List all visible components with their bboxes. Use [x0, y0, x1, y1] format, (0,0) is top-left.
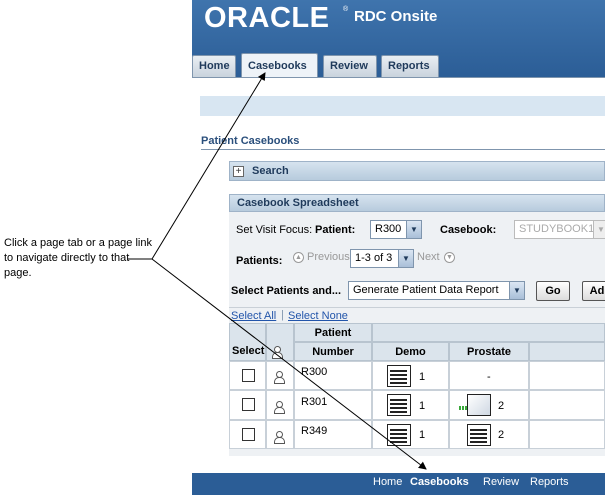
table-row: [229, 420, 266, 449]
patient-number-link[interactable]: R301: [301, 396, 327, 408]
next-icon: ▼: [444, 252, 455, 263]
sub-navigation-bar: [200, 96, 605, 116]
patient-range-select[interactable]: 1-3 of 3 ▼: [350, 249, 414, 268]
form-entered-icon[interactable]: [387, 365, 411, 387]
patient-number-cell: R300: [294, 361, 372, 390]
select-all-link[interactable]: Select All: [231, 310, 276, 322]
patient-label: Patient:: [315, 224, 356, 236]
tab-bar-underline: [192, 77, 605, 96]
patient-action-value: Generate Patient Data Report: [353, 284, 499, 296]
prostate-cell: -: [449, 361, 529, 390]
title-divider: [201, 149, 605, 150]
patient-number-cell: R301: [294, 390, 372, 420]
visit-focus-label: Set Visit Focus:: [236, 224, 313, 236]
link-separator: |: [281, 309, 284, 321]
person-icon[interactable]: [274, 401, 285, 414]
search-section-header[interactable]: + Search: [229, 161, 605, 181]
previous-link[interactable]: Previous: [307, 251, 350, 263]
person-icon: [272, 346, 283, 359]
empty-column-header: [529, 342, 605, 361]
patient-icon-cell: [266, 361, 294, 390]
demo-cell: 1: [372, 390, 449, 420]
previous-icon: ▲: [293, 252, 304, 263]
patient-icon-cell: [266, 420, 294, 449]
patient-icon-cell: [266, 390, 294, 420]
spreadsheet-title: Casebook Spreadsheet: [237, 197, 359, 209]
chevron-down-icon: ▼: [406, 221, 421, 238]
patient-number-link[interactable]: R300: [301, 366, 327, 378]
oracle-logo: ORACLE: [204, 2, 330, 34]
footer-link-home[interactable]: Home: [373, 476, 402, 488]
patient-select-value: R300: [375, 223, 402, 235]
registered-mark: ®: [343, 6, 349, 13]
patient-column-header-top: Patient: [294, 323, 372, 342]
demo-count: 1: [419, 429, 426, 441]
patient-number-cell: R349: [294, 420, 372, 449]
demo-cell: 1: [372, 361, 449, 390]
chevron-down-icon: ▼: [509, 282, 524, 299]
casebook-label: Casebook:: [440, 224, 497, 236]
tab-reports[interactable]: Reports: [381, 55, 439, 77]
select-column-header: Select: [229, 323, 266, 361]
row-select-checkbox[interactable]: [242, 428, 255, 441]
app-name: RDC Onsite: [354, 8, 438, 25]
chevron-down-icon: ▼: [398, 250, 413, 267]
next-link[interactable]: Next: [417, 251, 440, 263]
prostate-cell: 2: [449, 390, 529, 420]
forms-column-group-header: [372, 323, 605, 342]
footer-link-review[interactable]: Review: [483, 476, 519, 488]
demo-column-header: Demo: [372, 342, 449, 361]
row-select-checkbox[interactable]: [242, 398, 255, 411]
patient-select[interactable]: R300 ▼: [370, 220, 422, 239]
demo-count: 1: [419, 400, 426, 412]
patient-range-value: 1-3 of 3: [355, 252, 393, 264]
person-icon[interactable]: [274, 431, 285, 444]
go-button[interactable]: Go: [536, 281, 570, 301]
prostate-cell: 2: [449, 420, 529, 449]
footer-link-casebooks[interactable]: Casebooks: [410, 476, 469, 488]
chevron-down-icon: ▼: [593, 221, 605, 238]
empty-cell: [529, 361, 605, 390]
select-none-link[interactable]: Select None: [288, 310, 348, 322]
tab-review[interactable]: Review: [323, 55, 377, 77]
action-row-divider: [229, 307, 605, 308]
tab-home[interactable]: Home: [192, 55, 236, 77]
add-button[interactable]: Ad: [582, 281, 605, 301]
page-title: Patient Casebooks: [201, 135, 300, 147]
prostate-value: -: [487, 371, 491, 383]
demo-cell: 1: [372, 420, 449, 449]
prostate-value: 2: [498, 400, 505, 412]
demo-count: 1: [419, 371, 426, 383]
form-entered-icon[interactable]: [467, 424, 491, 446]
blank-form-icon[interactable]: [467, 394, 491, 416]
person-icon[interactable]: [274, 371, 285, 384]
footer-link-reports[interactable]: Reports: [530, 476, 569, 488]
patient-icon-column-header: [266, 323, 294, 361]
spreadsheet-section-header: Casebook Spreadsheet: [229, 194, 605, 212]
table-row: [229, 361, 266, 390]
patient-action-select[interactable]: Generate Patient Data Report ▼: [348, 281, 525, 300]
form-entered-icon[interactable]: [387, 394, 411, 416]
expand-icon[interactable]: +: [233, 166, 244, 177]
search-section-label: Search: [252, 165, 289, 177]
row-select-checkbox[interactable]: [242, 369, 255, 382]
table-row: [229, 390, 266, 420]
tab-casebooks[interactable]: Casebooks: [241, 53, 318, 77]
casebook-select[interactable]: STUDYBOOK1 ▼: [514, 220, 605, 239]
empty-cell: [529, 390, 605, 420]
prostate-column-header: Prostate: [449, 342, 529, 361]
select-patients-label: Select Patients and...: [231, 285, 342, 297]
annotation-text: Click a page tab or a page link to navig…: [4, 237, 152, 279]
prostate-value: 2: [498, 429, 505, 441]
patient-number-link[interactable]: R349: [301, 425, 327, 437]
casebook-select-value: STUDYBOOK1: [519, 223, 595, 235]
empty-cell: [529, 420, 605, 449]
patients-label: Patients:: [236, 255, 283, 267]
patient-number-column-header: Number: [294, 342, 372, 361]
form-entered-icon[interactable]: [387, 424, 411, 446]
